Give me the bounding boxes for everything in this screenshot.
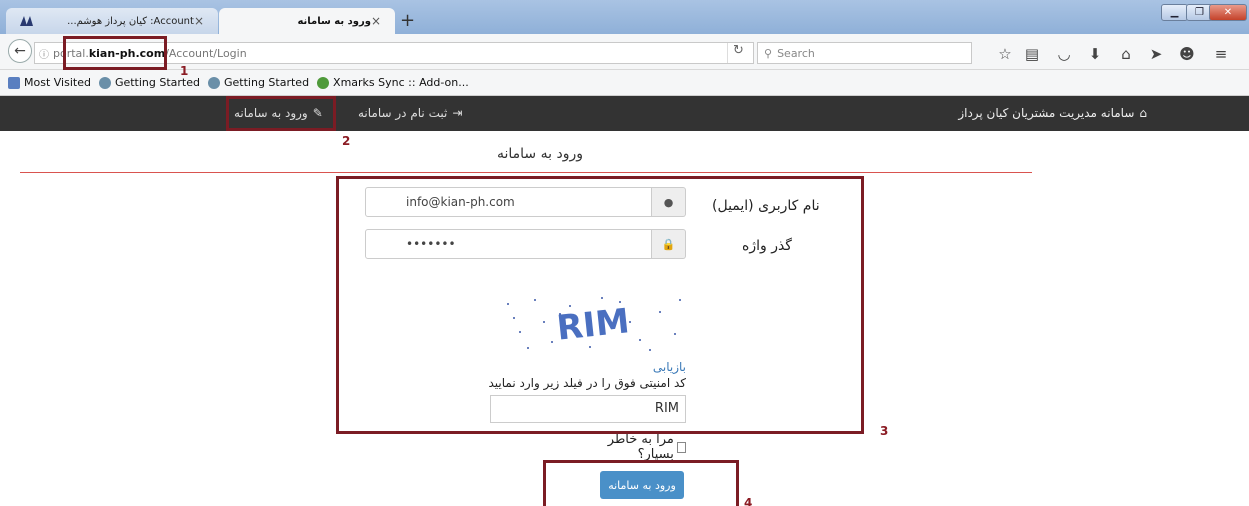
url-path: /Account/Login: [165, 46, 247, 60]
site-brand-link[interactable]: ⌂سامانه مدیریت مشتریان کیان پرداز: [958, 106, 1147, 120]
annotation-number: 1: [180, 64, 189, 78]
reading-list-icon[interactable]: ▤: [1023, 45, 1041, 63]
tab-account[interactable]: × Account: کیان پرداز هوشم...: [6, 8, 218, 34]
home-icon: ⌂: [1139, 106, 1147, 120]
menu-icon[interactable]: ≡: [1212, 45, 1230, 63]
globe-icon: [208, 76, 220, 89]
reload-icon[interactable]: ↻: [727, 43, 749, 63]
tab-close-icon[interactable]: ×: [194, 14, 204, 28]
info-icon[interactable]: ⓘ: [35, 46, 53, 61]
remember-me[interactable]: مرا به خاطر بسپار؟: [590, 432, 686, 462]
new-tab-button[interactable]: +: [400, 10, 415, 31]
tab-login[interactable]: × ورود به سامانه: [219, 8, 395, 34]
search-placeholder: Search: [777, 46, 815, 60]
close-window-icon[interactable]: ✕: [1209, 4, 1247, 21]
sign-in-icon: ⇥: [452, 106, 463, 120]
bookmark-item[interactable]: Getting Started: [208, 76, 309, 89]
minimize-icon[interactable]: ▁: [1161, 4, 1188, 21]
tab-label: Account: کیان پرداز هوشم...: [67, 15, 194, 27]
register-link[interactable]: ⇥ثبت نام در سامانه: [358, 106, 462, 120]
annotation-number: 3: [880, 424, 889, 438]
page-title: ورود به سامانه: [497, 146, 583, 162]
most-visited-icon: [8, 76, 20, 89]
globe-icon: [98, 76, 111, 89]
xmarks-icon: [317, 76, 330, 89]
browser-tab-bar: × Account: کیان پرداز هوشم... × ورود به …: [0, 0, 1249, 34]
bookmark-item[interactable]: Xmarks Sync :: Add-on...: [317, 76, 469, 89]
bookmark-item[interactable]: Most Visited: [8, 76, 91, 89]
search-input[interactable]: ⚲ Search: [757, 42, 972, 64]
annotation-box: [226, 96, 336, 131]
tab-label: ورود به سامانه: [297, 15, 371, 27]
site-header: ⌂سامانه مدیریت مشتریان کیان پرداز ⇥ثبت ن…: [0, 96, 1249, 131]
search-icon: ⚲: [764, 46, 773, 60]
smiley-icon[interactable]: ☻: [1178, 45, 1196, 63]
download-icon[interactable]: ⬇: [1086, 45, 1104, 63]
remember-label: مرا به خاطر بسپار؟: [607, 432, 674, 462]
annotation-box: [63, 36, 167, 70]
site-logo-icon: [20, 16, 34, 26]
annotation-box: [543, 460, 739, 506]
remember-checkbox[interactable]: [676, 441, 686, 453]
annotation-number: 4: [744, 496, 753, 506]
pocket-icon[interactable]: ◡: [1055, 45, 1073, 63]
back-arrow-icon[interactable]: ←: [8, 39, 32, 63]
bookmark-star-icon[interactable]: ☆: [996, 45, 1014, 63]
tab-close-icon[interactable]: ×: [371, 14, 381, 28]
send-icon[interactable]: ➤: [1147, 45, 1165, 63]
annotation-box: [336, 176, 864, 434]
annotation-number: 2: [342, 134, 351, 148]
title-divider: [20, 172, 1032, 173]
home-icon[interactable]: ⌂: [1117, 45, 1135, 63]
